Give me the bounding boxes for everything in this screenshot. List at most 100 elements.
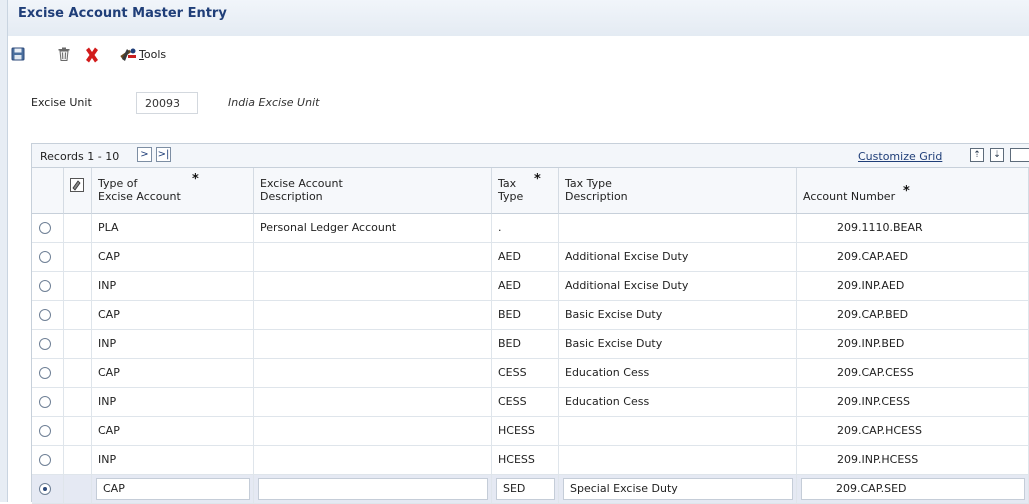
cell-account-number[interactable]: 209.CAP.AED	[797, 243, 1029, 272]
tools-menu-label[interactable]: Tools	[139, 48, 166, 61]
cell-tax-type[interactable]: BED	[492, 301, 559, 330]
table-row[interactable]: INP HCESS 209.INP.HCESS	[32, 446, 1029, 475]
title-bar: Excise Account Master Entry	[8, 0, 1029, 36]
cell-type-of-excise-account[interactable]: CAP	[92, 417, 254, 446]
cell-type-of-excise-account[interactable]: INP	[92, 330, 254, 359]
delete-button[interactable]	[58, 47, 70, 64]
cell-excise-account-description[interactable]	[254, 272, 492, 301]
row-radio-button[interactable]	[39, 396, 51, 408]
cell-tax-type-description[interactable]: Additional Excise Duty	[559, 243, 797, 272]
col-header-type-of-excise-account[interactable]: Type ofExcise Account *	[92, 168, 254, 214]
cell-tax-type-description[interactable]: Basic Excise Duty	[559, 301, 797, 330]
cell-tax-type[interactable]: HCESS	[492, 417, 559, 446]
cell-excise-account-description[interactable]	[254, 359, 492, 388]
table-row[interactable]: CAP BEDBasic Excise Duty209.CAP.BED	[32, 301, 1029, 330]
last-page-button[interactable]: >|	[156, 147, 171, 162]
row-select-cell	[32, 330, 64, 359]
cell-type-of-excise-account[interactable]: CAP	[92, 301, 254, 330]
row-radio-button[interactable]	[39, 425, 51, 437]
row-edit-field[interactable]	[258, 478, 488, 500]
tools-button[interactable]	[119, 46, 137, 66]
cancel-button[interactable]	[84, 47, 100, 66]
cell-account-number[interactable]: 209.INP.BED	[797, 330, 1029, 359]
export-grid-icon[interactable]: ⇡	[970, 148, 984, 162]
row-radio-button[interactable]	[39, 454, 51, 466]
cell-tax-type-description[interactable]	[559, 446, 797, 475]
cell-tax-type-description[interactable]	[559, 214, 797, 243]
cell-account-number[interactable]: 209.CAP.HCESS	[797, 417, 1029, 446]
cell-tax-type[interactable]: CESS	[492, 359, 559, 388]
table-row[interactable]: CAP SED Special Excise Duty 209.CAP.SED	[32, 475, 1029, 504]
cell-type-of-excise-account[interactable]: INP	[92, 272, 254, 301]
cell-tax-type[interactable]: .	[492, 214, 559, 243]
row-radio-button[interactable]	[39, 367, 51, 379]
cell-excise-account-description[interactable]	[254, 330, 492, 359]
cell-account-number[interactable]: 209.CAP.BED	[797, 301, 1029, 330]
cell-account-number[interactable]: 209.INP.CESS	[797, 388, 1029, 417]
row-attachment-cell	[64, 272, 92, 301]
cell-tax-type-description[interactable]: Basic Excise Duty	[559, 330, 797, 359]
cell-tax-type[interactable]: BED	[492, 330, 559, 359]
col-header-line: Excise Account	[98, 190, 181, 203]
cell-tax-type[interactable]: AED	[492, 243, 559, 272]
table-row[interactable]: PLAPersonal Ledger Account. 209.1110.BEAR	[32, 214, 1029, 243]
row-edit-field[interactable]: Special Excise Duty	[563, 478, 793, 500]
cell-excise-account-description[interactable]	[254, 417, 492, 446]
table-row[interactable]: INP CESSEducation Cess209.INP.CESS	[32, 388, 1029, 417]
cell-excise-account-description[interactable]	[254, 301, 492, 330]
table-row[interactable]: CAP AEDAdditional Excise Duty209.CAP.AED	[32, 243, 1029, 272]
row-edit-field[interactable]: SED	[496, 478, 555, 500]
cell-type-of-excise-account[interactable]: CAP	[92, 243, 254, 272]
row-radio-button[interactable]	[39, 483, 51, 495]
cell-tax-type[interactable]: HCESS	[492, 446, 559, 475]
row-radio-button[interactable]	[39, 309, 51, 321]
col-header-tax-type-description[interactable]: Tax TypeDescription	[559, 168, 797, 214]
cell-excise-account-description[interactable]	[254, 388, 492, 417]
cell-type-of-excise-account[interactable]: CAP	[92, 359, 254, 388]
cell-tax-type-description[interactable]: Additional Excise Duty	[559, 272, 797, 301]
cell-type-of-excise-account[interactable]: PLA	[92, 214, 254, 243]
excise-unit-field[interactable]: 20093	[136, 92, 198, 114]
cell-tax-type[interactable]: CESS	[492, 388, 559, 417]
cell-tax-type-description[interactable]: Education Cess	[559, 359, 797, 388]
cell-account-number[interactable]: 209.1110.BEAR	[797, 214, 1029, 243]
customize-grid-link[interactable]: Customize Grid	[858, 150, 942, 163]
cell-excise-account-description[interactable]: Personal Ledger Account	[254, 214, 492, 243]
attachment-column-header	[64, 168, 92, 214]
table-row[interactable]: INP BEDBasic Excise Duty209.INP.BED	[32, 330, 1029, 359]
cell-type-of-excise-account[interactable]: INP	[92, 388, 254, 417]
cell-account-number[interactable]: 209.INP.AED	[797, 272, 1029, 301]
row-radio-button[interactable]	[39, 280, 51, 292]
maximize-grid-icon[interactable]	[1010, 148, 1029, 162]
row-radio-button[interactable]	[39, 222, 51, 234]
cell-tax-type-description[interactable]	[559, 417, 797, 446]
cell-tax-type[interactable]: AED	[492, 272, 559, 301]
row-edit-field[interactable]: CAP	[96, 478, 250, 500]
table-row[interactable]: CAP HCESS 209.CAP.HCESS	[32, 417, 1029, 446]
required-marker: *	[192, 172, 199, 187]
save-button[interactable]	[11, 47, 25, 64]
row-radio-button[interactable]	[39, 251, 51, 263]
next-page-button[interactable]: >	[137, 147, 152, 162]
cell-excise-account-description[interactable]	[254, 243, 492, 272]
cell-tax-type-description[interactable]: Education Cess	[559, 388, 797, 417]
col-header-account-number[interactable]: Account Number *	[797, 168, 1029, 214]
cell-type-of-excise-account[interactable]: INP	[92, 446, 254, 475]
import-grid-icon[interactable]: ⇣	[990, 148, 1004, 162]
excise-unit-description: India Excise Unit	[228, 96, 319, 109]
row-radio-button[interactable]	[39, 338, 51, 350]
cell-account-number[interactable]: 209.CAP.CESS	[797, 359, 1029, 388]
row-attachment-cell	[64, 446, 92, 475]
cell-type-of-excise-account: CAP	[92, 475, 254, 504]
table-row[interactable]: CAP CESSEducation Cess209.CAP.CESS	[32, 359, 1029, 388]
row-select-cell	[32, 359, 64, 388]
trash-icon	[58, 47, 70, 61]
row-attachment-cell	[64, 301, 92, 330]
cell-account-number[interactable]: 209.INP.HCESS	[797, 446, 1029, 475]
row-attachment-cell	[64, 359, 92, 388]
cell-excise-account-description[interactable]	[254, 446, 492, 475]
table-row[interactable]: INP AEDAdditional Excise Duty209.INP.AED	[32, 272, 1029, 301]
row-edit-field[interactable]: 209.CAP.SED	[801, 478, 1025, 500]
col-header-tax-type[interactable]: TaxType *	[492, 168, 559, 214]
col-header-excise-account-description[interactable]: Excise AccountDescription	[254, 168, 492, 214]
